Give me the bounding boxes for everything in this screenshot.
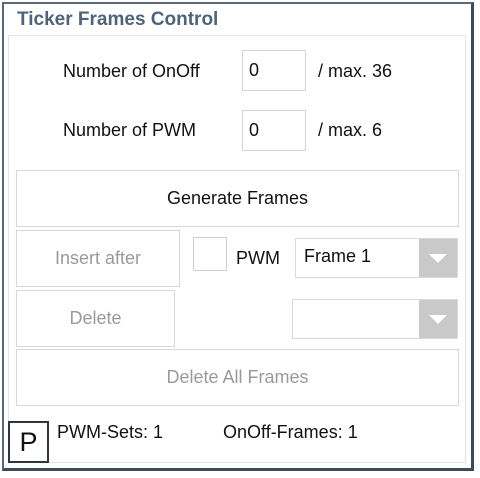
pwm-count-label: Number of PWM (63, 120, 197, 140)
onoff-frames-status: OnOff-Frames: 1 (223, 422, 358, 442)
secondary-select-dropdown[interactable] (292, 299, 458, 339)
pwm-count-input[interactable] (242, 110, 306, 151)
onoff-max-label: / max. 36 (318, 61, 393, 81)
pwm-checkbox-label: PWM (236, 248, 280, 268)
frame-select-value: Frame 1 (304, 246, 372, 266)
pwm-max-label: / max. 6 (318, 120, 383, 140)
onoff-count-label: Number of OnOff (63, 61, 200, 81)
chevron-down-icon[interactable] (419, 239, 457, 277)
insert-after-button[interactable]: Insert after (16, 230, 180, 287)
panel-title: Ticker Frames Control (17, 9, 219, 30)
onoff-count-input[interactable] (242, 50, 306, 91)
chevron-down-icon[interactable] (419, 300, 457, 338)
frame-select-dropdown[interactable]: Frame 1 (295, 238, 458, 278)
delete-button[interactable]: Delete (16, 290, 175, 347)
delete-all-frames-button[interactable]: Delete All Frames (16, 349, 459, 406)
generate-frames-button[interactable]: Generate Frames (16, 170, 459, 227)
pwm-checkbox[interactable] (193, 237, 227, 271)
pwm-sets-status: PWM-Sets: 1 (57, 422, 164, 442)
corner-marker-label: P (8, 421, 49, 463)
